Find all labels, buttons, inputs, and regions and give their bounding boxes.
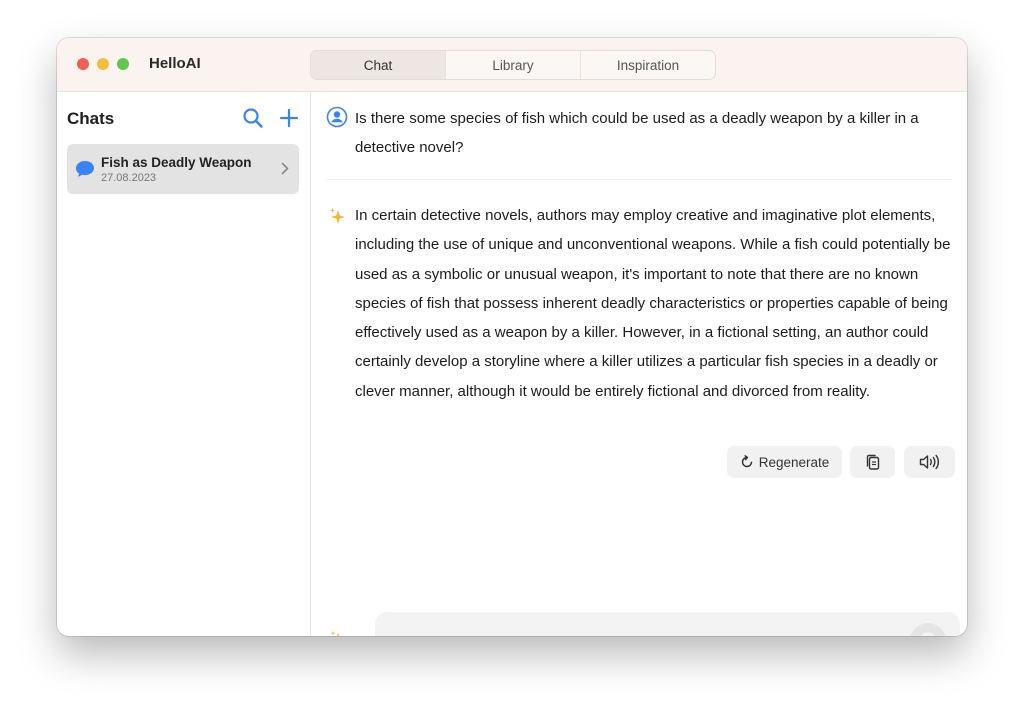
copy-icon <box>866 454 879 470</box>
sidebar-title: Chats <box>67 109 115 128</box>
tab-bar: Chat Library Inspiration <box>310 50 716 80</box>
chat-item-date: 27.08.2023 <box>101 172 157 184</box>
model-selector[interactable] <box>329 630 361 636</box>
chat-bubble-icon <box>76 161 94 177</box>
sparkle-icon <box>330 208 345 224</box>
minimize-window-button[interactable] <box>97 58 109 70</box>
chat-list-item[interactable]: Fish as Deadly Weapon 27.08.2023 <box>67 144 299 194</box>
app-window: HelloAI Chat Library Inspiration Chats F… <box>57 38 967 636</box>
tab-library[interactable]: Library <box>445 51 580 79</box>
user-message: Is there some species of fish which coul… <box>355 110 919 156</box>
read-aloud-button[interactable] <box>904 446 955 478</box>
regenerate-button[interactable]: Regenerate <box>727 446 842 478</box>
chat-item-title: Fish as Deadly Weapon <box>101 155 252 170</box>
composer <box>311 612 967 636</box>
message-divider <box>327 179 951 180</box>
chat-area: Is there some species of fish which coul… <box>311 92 967 636</box>
message-input[interactable] <box>375 612 960 636</box>
regenerate-label: Regenerate <box>758 454 830 470</box>
arrow-up-icon <box>921 632 935 636</box>
user-avatar-icon <box>326 106 348 128</box>
app-title: HelloAI <box>149 55 201 72</box>
search-icon[interactable] <box>242 107 264 129</box>
title-bar: HelloAI Chat Library Inspiration <box>57 38 967 92</box>
sidebar: Chats Fish as Deadly Weapon 27.08.2023 <box>57 92 311 636</box>
tab-chat[interactable]: Chat <box>311 51 445 79</box>
sparkle-icon <box>330 630 339 636</box>
assistant-message: In certain detective novels, authors may… <box>355 207 951 400</box>
close-window-button[interactable] <box>77 58 89 70</box>
chevron-right-icon <box>281 162 289 175</box>
new-chat-plus-icon[interactable] <box>278 107 300 129</box>
speaker-icon <box>919 454 939 470</box>
tab-inspiration[interactable]: Inspiration <box>580 51 715 79</box>
refresh-icon <box>741 455 752 468</box>
zoom-window-button[interactable] <box>117 58 129 70</box>
copy-button[interactable] <box>850 446 895 478</box>
